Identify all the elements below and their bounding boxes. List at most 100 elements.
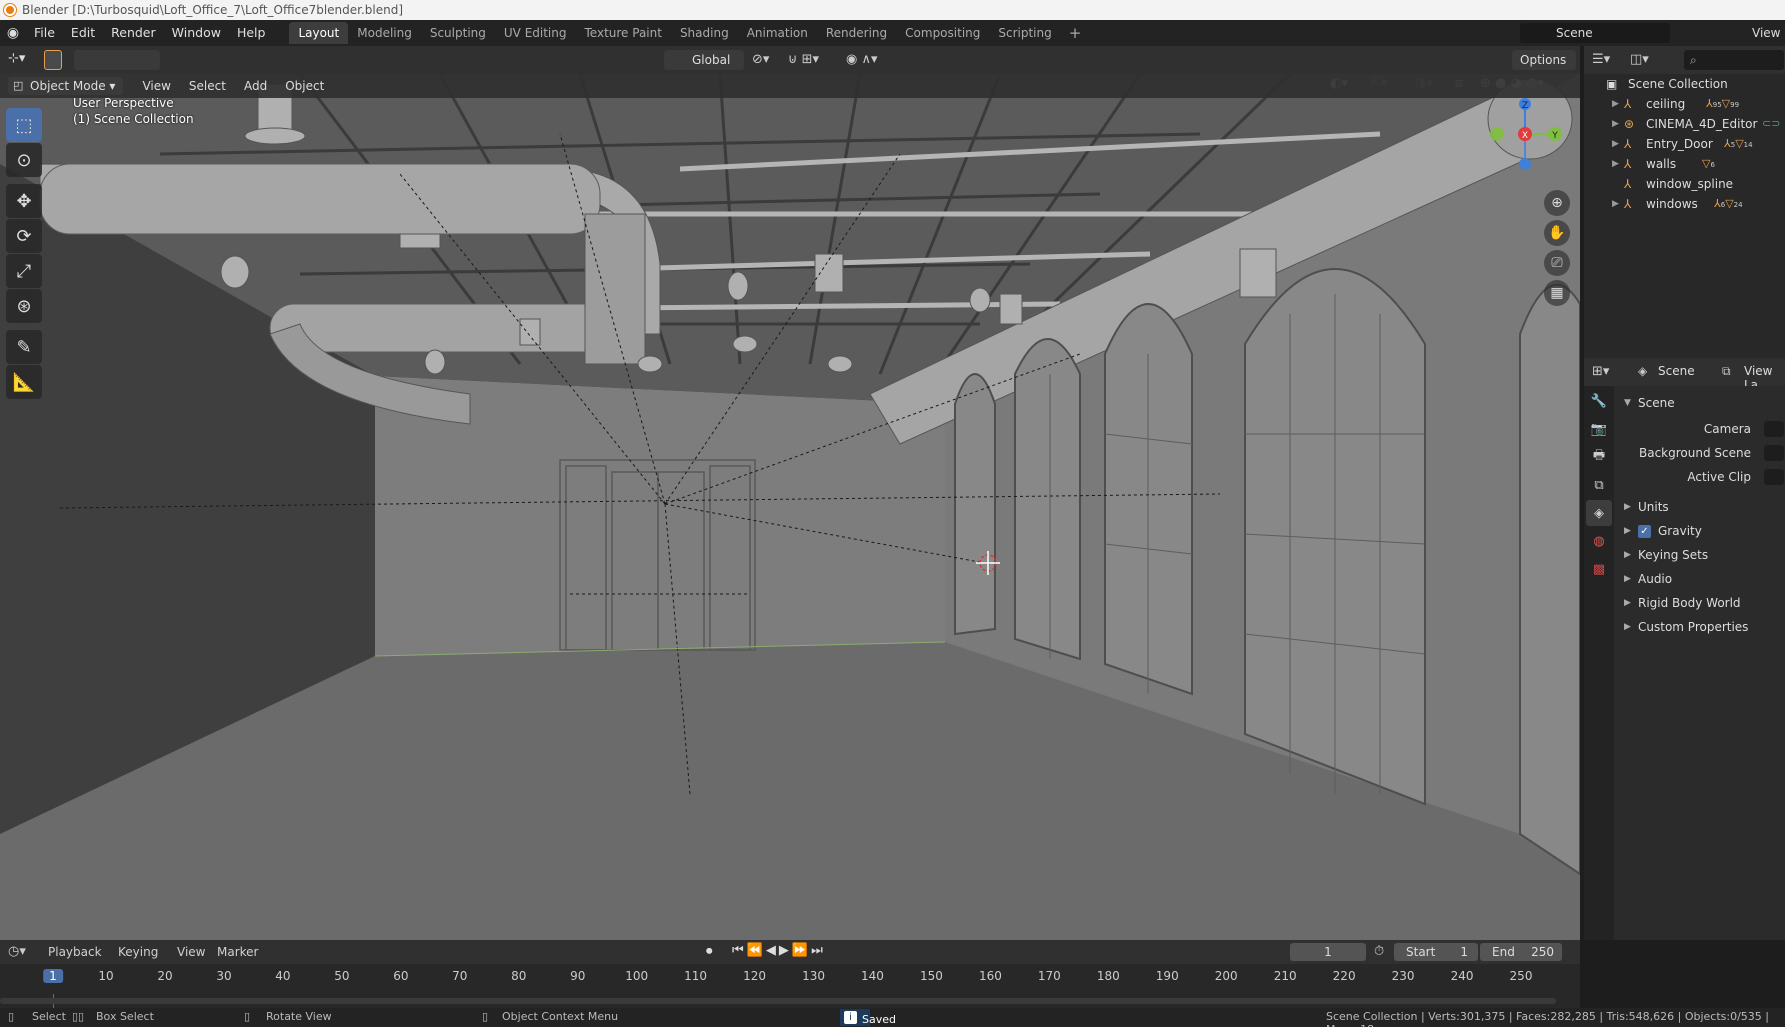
timeline-menu-marker[interactable]: Marker [217,945,258,959]
section-gravity[interactable]: ▶ ✓ Gravity [1614,520,1785,542]
proportional-edit-icon[interactable]: ◉ ∧▾ [846,52,878,67]
menu-window[interactable]: Window [164,20,229,46]
gravity-checkbox[interactable]: ✓ [1638,525,1651,538]
frame-tick-label: 70 [452,969,468,983]
timeline-menu-keying[interactable]: Keying [118,945,158,959]
menu-help[interactable]: Help [229,20,274,46]
viewport-menu-view[interactable]: View [133,79,179,93]
tab-shading[interactable]: Shading [671,22,738,44]
start-frame-field[interactable]: Start 1 [1394,943,1478,961]
item-label: ceiling [1646,97,1686,111]
select-mode-buttons[interactable] [74,50,160,70]
background-scene-field[interactable] [1764,445,1784,461]
annotate-tool-icon[interactable]: ✎ [6,330,42,364]
rotate-tool-icon[interactable]: ⟳ [6,219,42,253]
tab-uv-editing[interactable]: UV Editing [495,22,576,44]
scene-panel-header[interactable]: ▼ Scene [1614,392,1785,414]
transform-orientation-dropdown[interactable]: Global [664,50,744,70]
preview-range-icon[interactable]: ⏱ [1374,944,1384,959]
options-dropdown[interactable]: Options [1512,50,1576,70]
end-frame-field[interactable]: End 250 [1480,943,1562,961]
section-label: Rigid Body World [1638,596,1741,610]
section-units[interactable]: ▶ Units [1614,496,1785,518]
navigation-gizmo[interactable]: X Y Z [1480,94,1570,194]
timeline-menu-playback[interactable]: Playback [48,945,102,959]
section-audio[interactable]: ▶ Audio [1614,568,1785,590]
ortho-grid-icon[interactable]: ▦ [1544,280,1570,306]
move-tool-icon[interactable]: ✥ [6,184,42,218]
tab-rendering[interactable]: Rendering [817,22,896,44]
editor-type-icon[interactable]: ⊹▾ [8,51,25,66]
snap-icon[interactable]: ⊍ ⊞▾ [788,52,819,67]
outliner-header: ☰▾ ◫▾ ⌕ [1584,46,1785,74]
outliner-item-windows[interactable]: ▶ ⅄ windows ⅄6▽24 [1584,194,1785,214]
tab-sculpting[interactable]: Sculpting [421,22,495,44]
timeline-ruler[interactable]: 1 10 20 30 40 50 60 70 80 90 100 110 120 130 140 150 160… [0,964,1580,1008]
tab-compositing[interactable]: Compositing [896,22,989,44]
playback-controls-icons[interactable]: ⏮⏪◀▶⏩⏭ [732,943,826,958]
tab-texture-paint[interactable]: Texture Paint [576,22,671,44]
timeline-menu-view[interactable]: View [177,945,205,959]
camera-field[interactable] [1764,421,1784,437]
outliner-item-entry-door[interactable]: ▶ ⅄ Entry_Door ⅄5▽14 [1584,134,1785,154]
timeline-scrollbar[interactable] [0,998,1556,1004]
active-clip-row[interactable]: Active Clip [1614,466,1785,488]
pivot-point-icon[interactable]: ⊘▾ [752,52,769,67]
3d-viewport[interactable]: User Perspective (1) Scene Collection ◐▾… [0,74,1580,940]
tab-scripting[interactable]: Scripting [989,22,1060,44]
render-tab-icon[interactable]: 📷 [1586,416,1612,442]
viewport-menu-select[interactable]: Select [180,79,235,93]
texture-tab-icon[interactable]: ▩ [1586,556,1612,582]
outliner-item-ceiling[interactable]: ▶ ⅄ ceiling ⅄95▽99 [1584,94,1785,114]
transform-tool-icon[interactable]: ⊛ [6,289,42,323]
select-tool-icon[interactable] [44,50,62,70]
outliner-item-window-spline[interactable]: ⅄ window_spline [1584,174,1785,194]
tab-modeling[interactable]: Modeling [348,22,421,44]
properties-tabs: 🔧 📷 🖶 ⧉ ◈ ◍ ▩ [1584,386,1614,940]
end-label: End [1492,945,1515,959]
menu-file[interactable]: File [26,20,63,46]
outliner-item-walls[interactable]: ▶ ⅄ walls ▽6 [1584,154,1785,174]
viewport-menu-object[interactable]: Object [276,79,333,93]
tab-layout[interactable]: Layout [289,22,349,44]
view-layer-field[interactable]: View L [1720,23,1785,60]
outliner-item-cinema-4d-editor[interactable]: ▶ ⊛ CINEMA_4D_Editor ⊂⊃ [1584,114,1785,134]
scene-tab-icon[interactable]: ◈ [1586,500,1612,526]
blender-menu-icon[interactable]: ◉ [0,25,26,41]
world-tab-icon[interactable]: ◍ [1586,528,1612,554]
menu-render[interactable]: Render [103,20,164,46]
cursor-tool-icon[interactable]: ⊙ [6,143,42,177]
active-clip-field[interactable] [1764,469,1784,485]
section-rigid-body-world[interactable]: ▶ Rigid Body World [1614,592,1785,614]
pan-hand-icon[interactable]: ✋ [1544,220,1570,246]
scene-field[interactable]: Scene [1520,23,1670,43]
mode-dropdown[interactable]: ◰ Object Mode ▾ [8,77,124,95]
tool-tab-icon[interactable]: 🔧 [1586,388,1612,414]
menu-edit[interactable]: Edit [63,20,103,46]
viewport-menu-add[interactable]: Add [235,79,276,93]
view-layer-tab-icon[interactable]: ⧉ [1586,472,1612,498]
outliner-root[interactable]: ▣ Scene Collection [1584,74,1785,94]
current-frame-field[interactable]: 1 [1290,943,1366,961]
properties-scene-label[interactable]: Scene [1658,364,1695,378]
section-keying-sets[interactable]: ▶ Keying Sets [1614,544,1785,566]
section-label: Keying Sets [1638,548,1709,562]
tab-animation[interactable]: Animation [738,22,817,44]
timeline-editor-icon[interactable]: ◷▾ [8,944,26,959]
scale-tool-icon[interactable]: ⤢ [6,254,42,288]
display-mode-icon[interactable]: ◫▾ [1630,52,1649,67]
zoom-icon[interactable]: ⊕ [1544,190,1570,216]
record-icon[interactable]: ⏺ [706,944,713,959]
background-scene-row[interactable]: Background Scene [1614,442,1785,464]
select-box-tool-icon[interactable]: ⬚ [6,108,42,142]
camera-row[interactable]: Camera [1614,418,1785,440]
outliner-editor-icon[interactable]: ☰▾ [1592,52,1610,67]
output-tab-icon[interactable]: 🖶 [1586,444,1612,470]
outliner-search-icon[interactable]: ⌕ [1684,50,1784,70]
camera-view-icon[interactable]: ⎚ [1544,250,1570,276]
section-custom-properties[interactable]: ▶ Custom Properties [1614,616,1785,638]
properties-editor-icon[interactable]: ⊞▾ [1592,364,1609,379]
view-collection-label: (1) Scene Collection [73,112,194,126]
measure-tool-icon[interactable]: 📐 [6,365,42,399]
add-workspace-button[interactable]: + [1061,24,1090,42]
